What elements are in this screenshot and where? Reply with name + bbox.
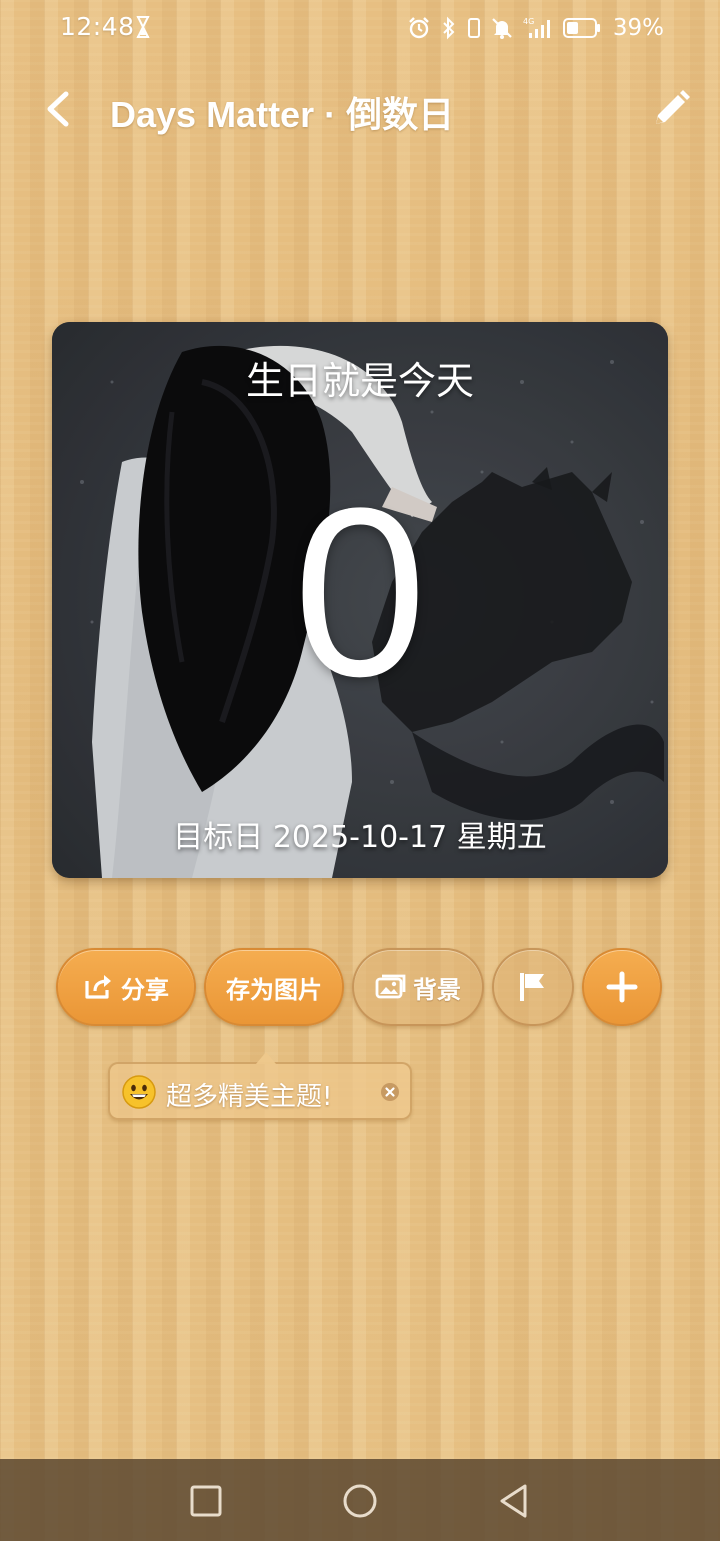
vibrate-icon xyxy=(467,18,480,38)
promo-text: 超多精美主题! xyxy=(166,1082,333,1112)
background-label: 背景 xyxy=(413,975,461,1004)
action-row: 分享 存为图片 背景 xyxy=(0,948,720,1028)
signal-4g-icon: 4G xyxy=(523,17,550,38)
back-triangle-icon[interactable] xyxy=(494,1481,534,1521)
status-time: 12:48 xyxy=(60,12,135,41)
flag-button[interactable] xyxy=(492,948,574,1026)
recents-square-icon[interactable] xyxy=(186,1481,226,1521)
status-icons: 4G 39% xyxy=(407,14,664,42)
card-title: 生日就是今天 xyxy=(245,359,474,403)
add-button[interactable] xyxy=(582,948,662,1026)
tooltip-arrow xyxy=(256,1052,276,1064)
grinning-face-icon xyxy=(122,1075,156,1109)
edit-button[interactable] xyxy=(648,86,694,132)
flag-icon xyxy=(520,973,544,1001)
target-date: 目标日 2025-10-17 星期五 xyxy=(173,820,547,855)
back-button[interactable] xyxy=(36,84,80,134)
share-icon xyxy=(85,975,111,999)
pencil-icon xyxy=(656,90,690,124)
image-icon xyxy=(375,974,406,999)
mute-icon xyxy=(492,18,512,39)
theme-promo-tooltip[interactable]: 超多精美主题! xyxy=(108,1052,412,1120)
home-circle-icon[interactable] xyxy=(340,1481,380,1521)
save-image-button[interactable]: 存为图片 xyxy=(204,948,344,1026)
navigation-bar xyxy=(0,1459,720,1541)
bluetooth-icon xyxy=(443,16,455,40)
close-circle-icon[interactable] xyxy=(380,1082,400,1102)
share-button[interactable]: 分享 xyxy=(56,948,196,1026)
plus-icon xyxy=(606,971,638,1003)
save-image-label: 存为图片 xyxy=(226,975,322,1004)
header: Days Matter · 倒数日 xyxy=(0,80,720,140)
page-title: Days Matter · 倒数日 xyxy=(110,94,455,135)
battery-icon xyxy=(562,18,600,38)
days-count: 0 xyxy=(293,458,427,726)
battery-percent: 39% xyxy=(612,15,664,41)
hourglass-icon xyxy=(136,16,150,38)
chevron-left-icon xyxy=(47,91,69,127)
background-button[interactable]: 背景 xyxy=(352,948,484,1026)
alarm-icon xyxy=(409,17,429,39)
countdown-card[interactable]: 生日就是今天 0 目标日 2025-10-17 星期五 xyxy=(52,322,668,878)
svg-text:4G: 4G xyxy=(523,17,534,26)
share-label: 分享 xyxy=(121,975,169,1004)
status-bar: 12:48 4G 39% xyxy=(0,0,720,56)
